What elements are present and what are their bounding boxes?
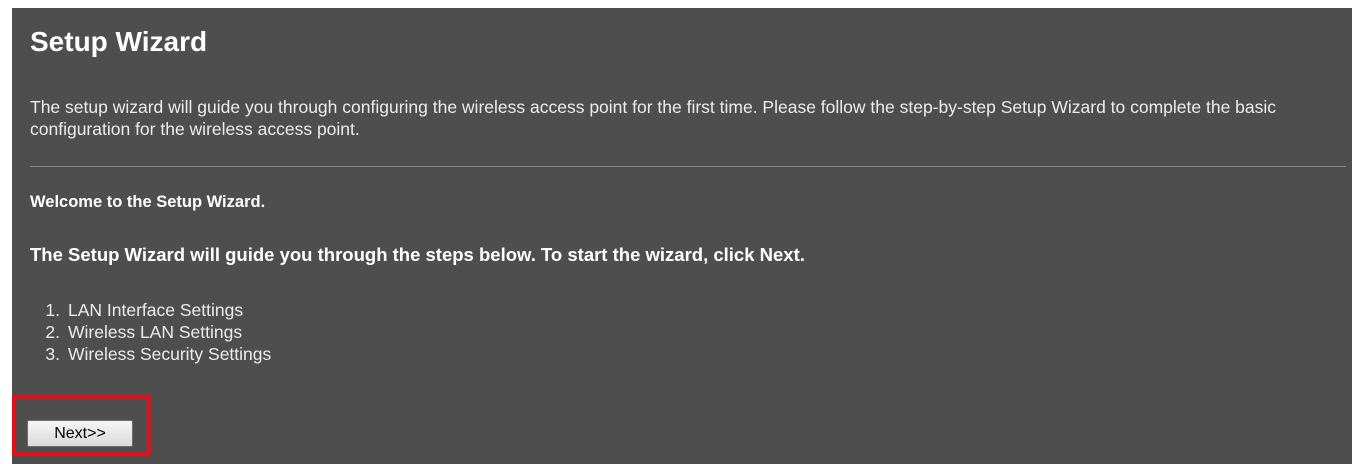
step-number: 1. xyxy=(45,300,60,320)
steps-list: 1. LAN Interface Settings 2. Wireless LA… xyxy=(30,299,271,365)
step-number: 2. xyxy=(45,322,60,342)
next-button[interactable]: Next>> xyxy=(27,420,133,447)
wizard-description: The setup wizard will guide you through … xyxy=(30,97,1277,139)
step-number: 3. xyxy=(45,344,60,364)
welcome-text: Welcome to the Setup Wizard. xyxy=(30,193,266,211)
step-label: LAN Interface Settings xyxy=(68,300,244,320)
page-title: Setup Wizard xyxy=(30,26,208,57)
list-item: 2. Wireless LAN Settings xyxy=(30,321,271,343)
divider xyxy=(30,166,1346,167)
step-label: Wireless Security Settings xyxy=(68,344,272,364)
step-label: Wireless LAN Settings xyxy=(68,322,243,342)
intro-text: The Setup Wizard will guide you through … xyxy=(30,244,805,265)
list-item: 1. LAN Interface Settings xyxy=(30,299,271,321)
list-item: 3. Wireless Security Settings xyxy=(30,343,271,365)
setup-wizard-panel: Setup Wizard The setup wizard will guide… xyxy=(12,8,1352,464)
